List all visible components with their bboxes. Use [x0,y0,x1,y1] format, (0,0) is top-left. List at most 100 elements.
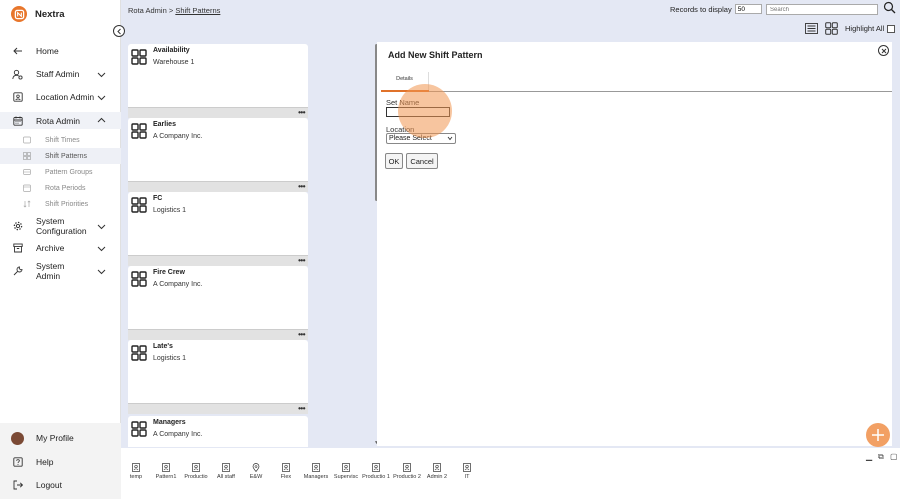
card-footer: ••• [128,255,308,266]
tray-item[interactable]: All staff [211,463,241,481]
search-input[interactable] [766,4,878,15]
pattern-org: Logistics 1 [153,355,187,362]
pattern-name: FC [153,195,163,202]
pattern-name: Late's [153,343,173,350]
sidebar-item-archive[interactable]: Archive [0,241,121,255]
pattern-card[interactable]: Late's Logistics 1 ••• [128,340,308,414]
sort-icon [23,200,31,208]
user-badge-icon [463,463,471,472]
help-icon [12,457,23,468]
tray-item-label: E&W [249,474,263,480]
more-options-icon[interactable]: ••• [298,108,305,117]
sidebar-item-label: System Admin [36,261,65,281]
ok-button[interactable]: OK [385,153,403,169]
add-button[interactable] [866,423,890,447]
user-badge-icon [312,463,320,472]
tray-item-label: Productio 2 [393,474,421,480]
user-badge-icon [222,463,230,472]
chevron-down-icon [97,269,106,274]
close-button[interactable] [878,45,889,56]
pattern-card[interactable]: Availability Warehouse 1 ••• [128,44,308,118]
more-options-icon[interactable]: ••• [298,256,305,265]
pattern-card[interactable]: Earlies A Company Inc. ••• [128,118,308,192]
search-icon[interactable] [883,1,896,14]
sidebar-sub-rota-periods[interactable]: Rota Periods [0,180,121,196]
tray-item[interactable]: Admin 2 [422,463,452,481]
user-settings-icon [12,69,23,80]
card-footer: ••• [128,107,308,118]
user-badge-icon [372,463,380,472]
highlight-all-label: Highlight All [845,24,885,33]
wrench-icon [12,266,23,277]
pattern-org: Warehouse 1 [153,59,195,66]
sidebar: Nextra Home Staff Admin Location Admin R… [0,0,121,499]
pattern-name: Managers [153,419,186,426]
tray-item[interactable]: Pattern1 [151,463,181,481]
list-view-icon[interactable] [805,23,818,34]
location-card-icon [12,92,23,103]
pattern-grid-icon [131,421,147,437]
pattern-card[interactable]: Fire Crew A Company Inc. ••• [128,266,308,340]
pattern-grid-icon [131,345,147,361]
sidebar-item-system-admin[interactable]: System Admin [0,260,121,282]
tray-item[interactable]: Managers [301,463,331,481]
tray-item-label: Flex [280,474,292,480]
sidebar-item-rota-admin[interactable]: Rota Admin [0,112,121,129]
tray-item-label: Productio [184,474,208,480]
logout-icon [12,480,23,491]
collapse-sidebar-button[interactable] [113,25,125,37]
pattern-card[interactable]: FC Logistics 1 ••• [128,192,308,266]
tray-item-label: Productio 1 [362,474,390,480]
cancel-button[interactable]: Cancel [406,153,438,169]
highlight-all[interactable]: Highlight All [845,24,896,33]
pattern-grid-icon [131,49,147,65]
user-badge-icon [192,463,200,472]
calendar-small-icon [23,184,31,192]
chevron-up-icon [97,117,106,123]
sidebar-item-my-profile[interactable]: My Profile [0,431,121,445]
tray-item[interactable]: Productio 2 [392,463,422,481]
sidebar-sub-shift-patterns[interactable]: Shift Patterns [0,148,121,164]
tray-item[interactable]: temp [121,463,151,481]
tray-item[interactable]: IT [452,463,482,481]
sidebar-item-system-configuration[interactable]: System Configuration [0,215,121,237]
tray-item[interactable]: Productio 1 [361,463,391,481]
tray-item[interactable]: Productio [181,463,211,481]
sidebar-sub-shift-priorities[interactable]: Shift Priorities [0,196,121,212]
highlight-all-checkbox[interactable] [887,24,896,33]
tray-item[interactable]: Flex [271,463,301,481]
sidebar-sub-label: Pattern Groups [45,168,93,176]
card-footer: ••• [128,329,308,340]
user-badge-icon [342,463,350,472]
pattern-name: Availability [153,47,190,54]
sidebar-sub-label: Shift Patterns [45,152,88,160]
sidebar-sub-shift-times[interactable]: Shift Times [0,132,121,148]
breadcrumb-current[interactable]: Shift Patterns [175,6,220,15]
sidebar-item-help[interactable]: Help [0,455,121,469]
more-options-icon[interactable]: ••• [298,404,305,413]
tray-item[interactable]: E&W [241,463,271,481]
minimize-icon[interactable]: ▁ [866,452,872,461]
user-badge-icon [132,463,140,472]
restore-icon[interactable]: ⧉ [878,452,884,462]
sidebar-item-home[interactable]: Home [0,44,121,58]
sidebar-item-location-admin[interactable]: Location Admin [0,86,121,108]
sidebar-item-label: Home [36,46,59,56]
pattern-grid-icon [131,197,147,213]
records-input[interactable] [734,4,762,14]
grid-view-icon[interactable] [825,22,838,35]
sidebar-item-logout[interactable]: Logout [0,478,121,492]
app-name: Nextra [35,8,65,20]
brand[interactable]: Nextra [11,6,65,22]
tray-item[interactable]: Supervisc [331,463,361,481]
maximize-icon[interactable]: ▢ [890,452,898,461]
user-badge-icon [282,463,290,472]
more-options-icon[interactable]: ••• [298,182,305,191]
sidebar-item-staff-admin[interactable]: Staff Admin [0,67,121,81]
pattern-name: Fire Crew [153,269,185,276]
pattern-org: A Company Inc. [153,281,203,288]
pattern-card[interactable]: Managers A Company Inc. [128,416,308,447]
more-options-icon[interactable]: ••• [298,330,305,339]
sidebar-sub-pattern-groups[interactable]: Pattern Groups [0,164,121,180]
clock-icon [23,136,31,144]
